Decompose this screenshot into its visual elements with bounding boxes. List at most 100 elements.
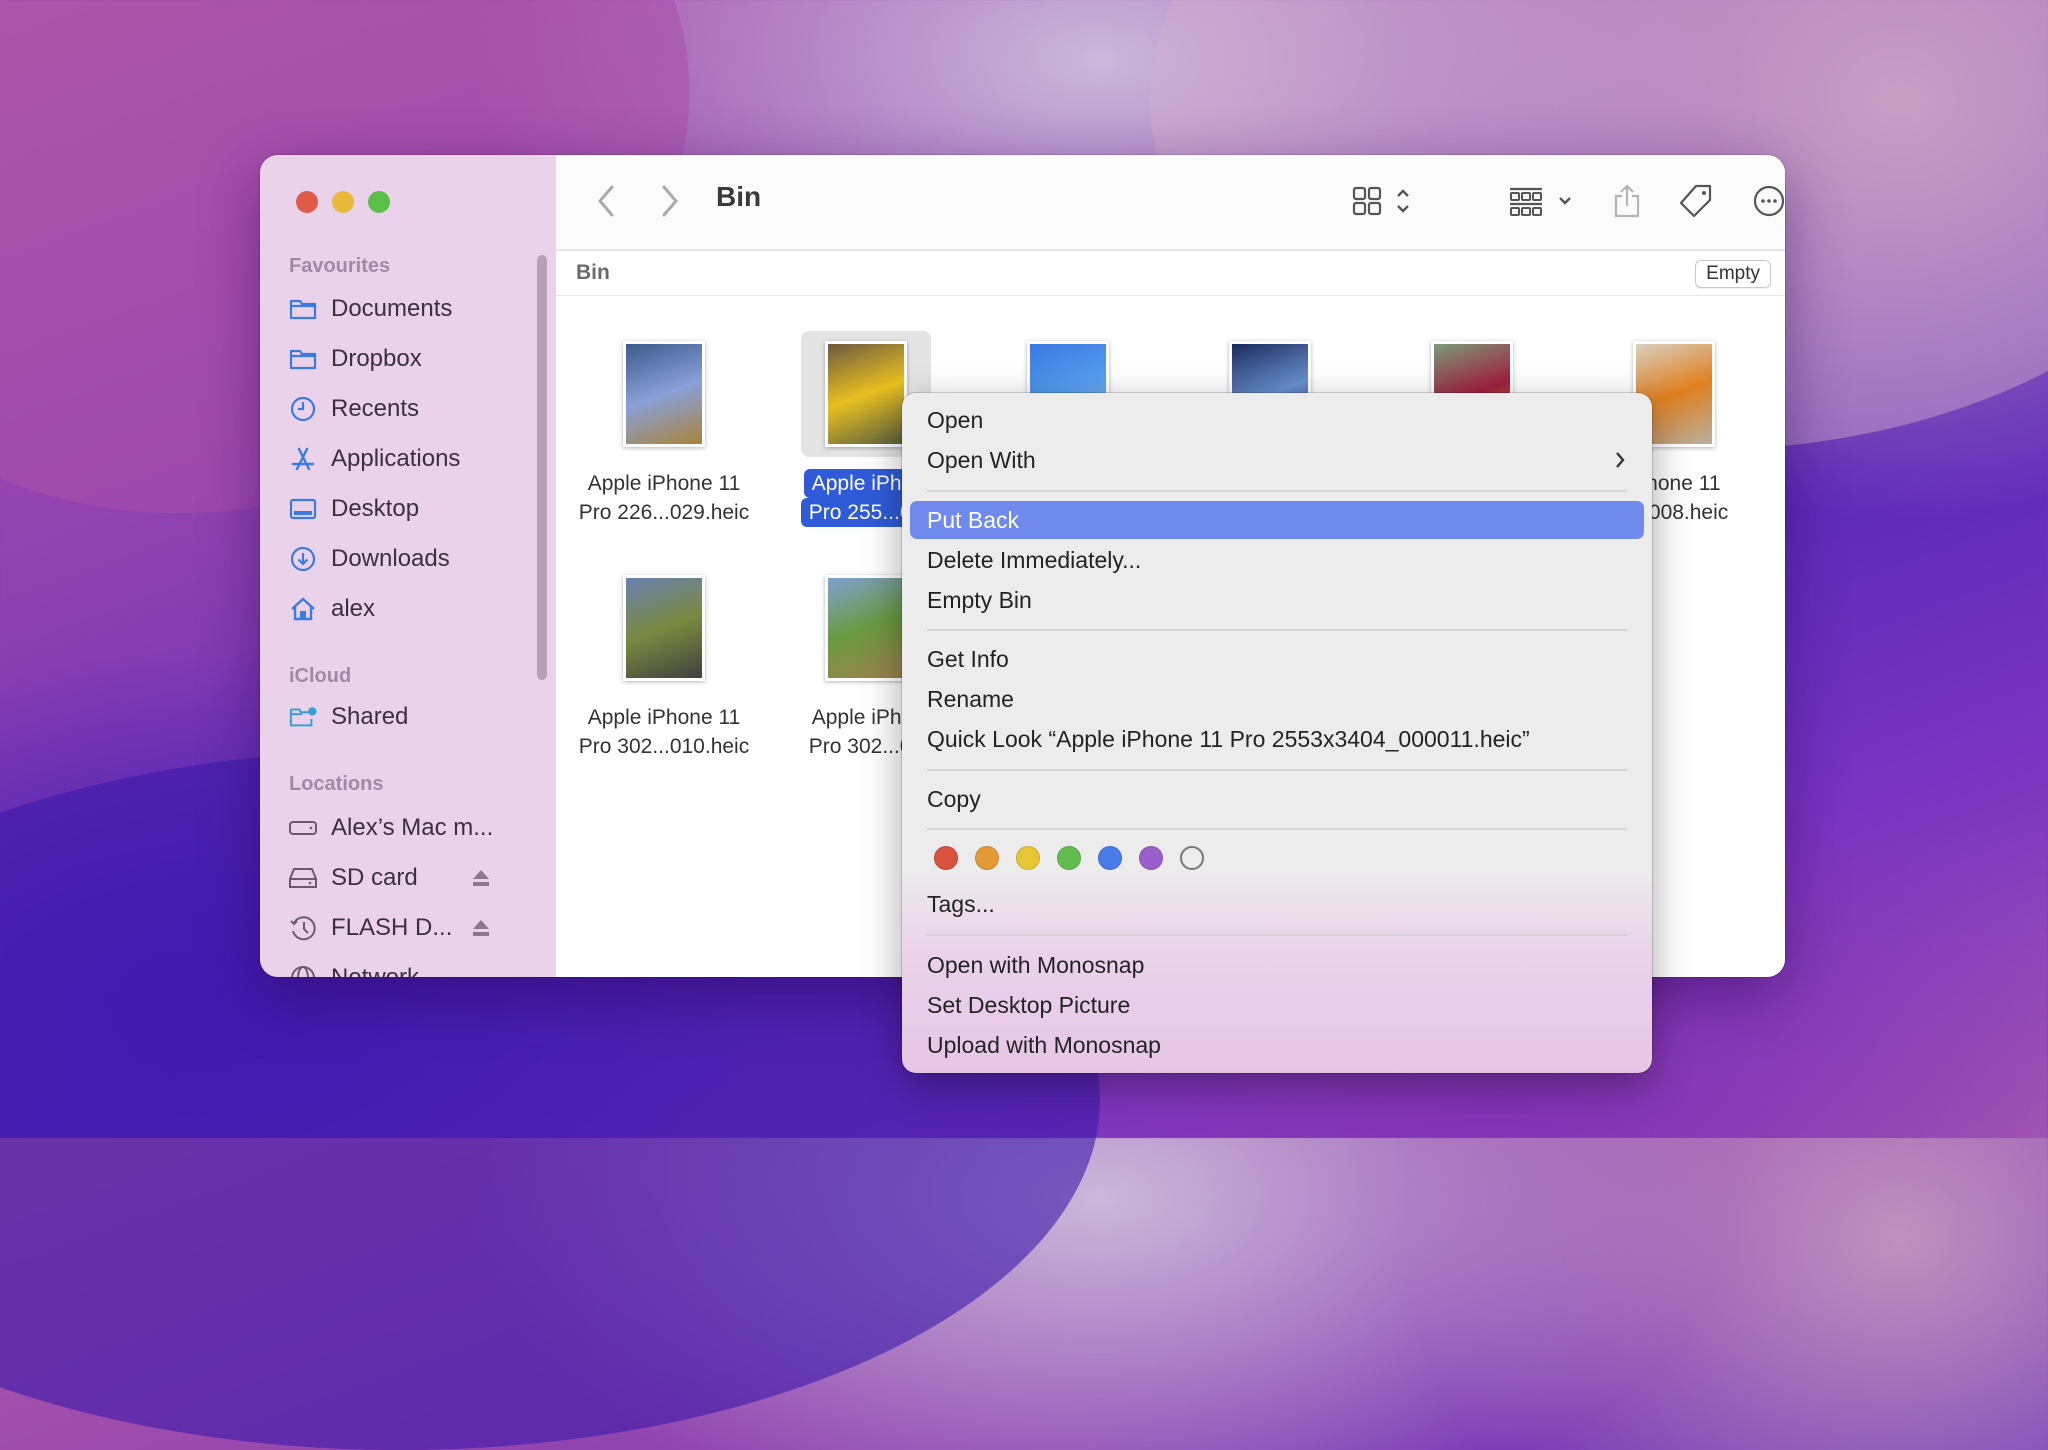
sidebar: Favourites Documents Dropbox Recents App… [260, 155, 556, 977]
menu-item-open-with-monosnap[interactable]: Open with Monosnap [910, 946, 1644, 984]
eject-icon[interactable] [470, 867, 492, 889]
sidebar-item-label: Shared [331, 703, 409, 730]
sidebar-item-label: Alex’s Mac m... [331, 814, 494, 841]
close-button[interactable] [296, 191, 318, 213]
more-actions-button[interactable] [1752, 183, 1785, 219]
sidebar-item-label: SD card [331, 864, 418, 891]
sidebar-item-alex[interactable]: alex [289, 589, 375, 629]
tag-icon [1679, 184, 1712, 218]
ellipsis-circle-icon [1753, 185, 1785, 217]
share-button[interactable] [1612, 183, 1642, 219]
chevron-left-icon [598, 185, 614, 217]
menu-item-label: Rename [927, 686, 1014, 712]
file-name: Apple iPhone 11 Pro 226...029.heic [564, 469, 764, 527]
sidebar-item-label: Recents [331, 395, 420, 422]
empty-bin-button[interactable]: Empty [1695, 260, 1771, 288]
group-by-button[interactable] [1508, 183, 1578, 219]
file-item[interactable]: Apple iPhone 11 Pro 302...010.heic [564, 565, 764, 761]
sidebar-item-label: alex [331, 595, 376, 622]
menu-item-label: Copy [927, 786, 981, 812]
menu-item-upload-with-monosnap[interactable]: Upload with Monosnap [910, 1026, 1644, 1064]
sidebar-item-label: Desktop [331, 495, 420, 522]
tag-purple-button[interactable] [1139, 846, 1163, 870]
menu-item-open-with[interactable]: Open With [910, 441, 1644, 479]
file-name: Apple iPhone 11 Pro 302...010.heic [564, 703, 764, 761]
menu-item-label: Set Desktop Picture [927, 992, 1131, 1018]
menu-item-copy[interactable]: Copy [910, 780, 1644, 818]
tag-color-row [934, 846, 1204, 870]
menu-item-label: Get Info [927, 646, 1009, 672]
tag-orange-button[interactable] [975, 846, 999, 870]
menu-item-empty-bin[interactable]: Empty Bin [910, 581, 1644, 619]
zoom-button[interactable] [368, 191, 390, 213]
sidebar-item-desktop[interactable]: Desktop [289, 489, 419, 529]
applications-icon [289, 445, 317, 473]
sidebar-item-label: Dropbox [331, 345, 422, 372]
sidebar-item-sd-card[interactable]: SD card [289, 858, 418, 898]
file-thumbnail-frame [599, 565, 729, 691]
back-button[interactable] [596, 183, 616, 219]
path-bar: Bin Empty [556, 251, 1785, 296]
menu-item-label: Quick Look “Apple iPhone 11 Pro 2553x340… [927, 726, 1530, 752]
menu-item-label: Upload with Monosnap [927, 1032, 1161, 1058]
sidebar-item-label: FLASH D... [331, 914, 453, 941]
network-icon [289, 964, 317, 977]
menu-item-set-desktop-picture[interactable]: Set Desktop Picture [910, 986, 1644, 1024]
download-icon [289, 545, 317, 573]
file-name-line: Pro 302...010.heic [578, 735, 750, 758]
folder-icon [289, 345, 317, 373]
location-label: Bin [576, 261, 610, 284]
sidebar-item-documents[interactable]: Documents [289, 289, 452, 329]
tag-yellow-button[interactable] [1016, 846, 1040, 870]
icon-view-icon [1352, 186, 1409, 216]
sidebar-item-dropbox[interactable]: Dropbox [289, 339, 422, 379]
sidebar-scrollbar[interactable] [537, 255, 547, 680]
tag-red-button[interactable] [934, 846, 958, 870]
menu-separator [927, 490, 1627, 492]
sidebar-item-label: Downloads [331, 545, 450, 572]
view-mode-button[interactable] [1352, 183, 1416, 219]
sidebar-item-downloads[interactable]: Downloads [289, 539, 450, 579]
computer-icon [289, 814, 317, 842]
menu-item-rename[interactable]: Rename [910, 680, 1644, 718]
minimize-button[interactable] [332, 191, 354, 213]
sidebar-item-label: Documents [331, 295, 453, 322]
file-name-line: Pro 226...029.heic [578, 501, 750, 524]
sidebar-item-label: Applications [331, 445, 461, 472]
tag-button[interactable] [1678, 183, 1714, 219]
drive-icon [289, 864, 317, 892]
sidebar-item-shared[interactable]: Shared [289, 697, 408, 737]
group-by-icon [1510, 187, 1571, 216]
sidebar-item-applications[interactable]: Applications [289, 439, 460, 479]
clock-icon [289, 395, 317, 423]
file-item[interactable]: Apple iPhone 11 Pro 226...029.heic [564, 331, 764, 527]
sidebar-item-network[interactable]: Network [289, 958, 419, 977]
context-menu: Open Open With Put Back Delete Immediate… [902, 393, 1652, 1073]
menu-item-get-info[interactable]: Get Info [910, 640, 1644, 678]
menu-item-open[interactable]: Open [910, 401, 1644, 439]
menu-item-quick-look[interactable]: Quick Look “Apple iPhone 11 Pro 2553x340… [910, 720, 1644, 758]
image-thumbnail [825, 341, 907, 447]
chevron-right-icon [1614, 441, 1626, 490]
image-thumbnail [623, 575, 705, 681]
menu-item-delete-immediately[interactable]: Delete Immediately... [910, 541, 1644, 579]
image-thumbnail [623, 341, 705, 447]
forward-button[interactable] [660, 183, 680, 219]
sidebar-item-mac[interactable]: Alex’s Mac m... [289, 808, 493, 848]
menu-item-label: Open With [927, 447, 1036, 473]
folder-icon [289, 295, 317, 323]
sidebar-item-recents[interactable]: Recents [289, 389, 419, 429]
share-icon [1614, 184, 1640, 218]
image-thumbnail [825, 575, 907, 681]
sidebar-item-flash-drive[interactable]: FLASH D... [289, 908, 452, 948]
tag-blue-button[interactable] [1098, 846, 1122, 870]
menu-item-put-back[interactable]: Put Back [910, 501, 1644, 539]
menu-item-tags[interactable]: Tags... [910, 885, 1644, 923]
eject-icon[interactable] [470, 917, 492, 939]
menu-item-label: Open with Monosnap [927, 952, 1145, 978]
tag-none-button[interactable] [1180, 846, 1204, 870]
tag-green-button[interactable] [1057, 846, 1081, 870]
window-title: Bin [716, 181, 762, 212]
file-name-line: Apple iPhone 11 [587, 472, 741, 495]
time-machine-icon [289, 914, 317, 942]
